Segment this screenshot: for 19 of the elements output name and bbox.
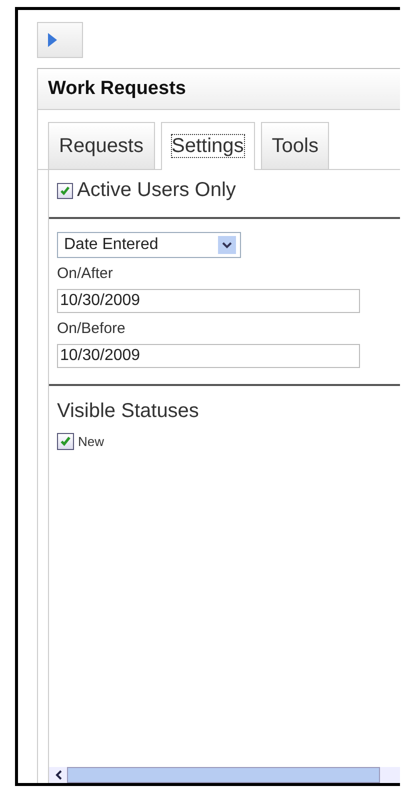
expand-button[interactable]: [37, 22, 83, 58]
date-field[interactable]: 10/30/2009: [57, 344, 360, 368]
field-label: On/Before: [57, 320, 126, 337]
caret-icon: [218, 236, 236, 254]
tab[interactable]: Settings: [160, 122, 255, 170]
tab[interactable]: Requests: [48, 122, 154, 169]
horizontal-scrollbar[interactable]: [49, 767, 400, 783]
check-icon: [59, 184, 71, 196]
check-icon: [59, 435, 72, 448]
checkbox[interactable]: [57, 182, 73, 198]
section-title: Visible Statuses: [57, 400, 200, 423]
checkbox-label: New: [78, 434, 104, 449]
date-field[interactable]: 10/30/2009: [57, 289, 360, 313]
date-dropdown[interactable]: Date Entered: [57, 232, 241, 258]
checkbox[interactable]: [57, 433, 74, 450]
field-label: On/After: [57, 265, 114, 282]
play-icon: [48, 33, 57, 47]
tab[interactable]: Tools: [260, 122, 330, 169]
checkbox-label: Active Users Only: [77, 179, 236, 202]
